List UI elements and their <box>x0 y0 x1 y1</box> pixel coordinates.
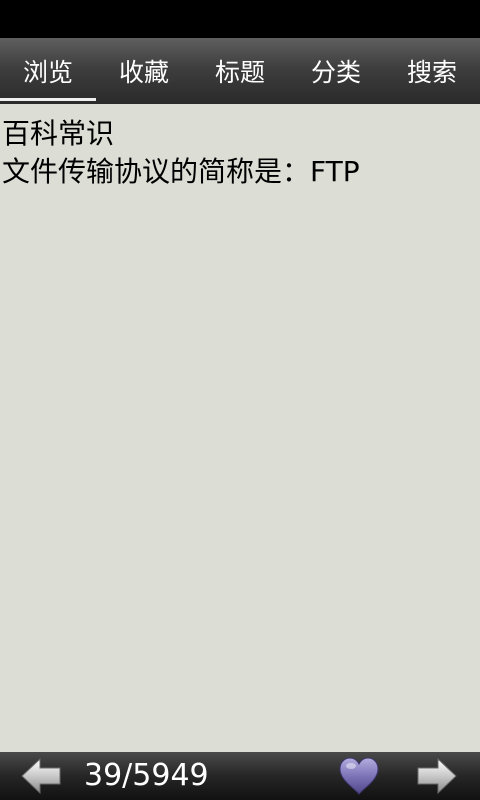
page-counter: 39/5949 <box>84 758 209 793</box>
content-area: 百科常识 文件传输协议的简称是：FTP <box>0 104 480 752</box>
arrow-right-icon <box>417 757 457 795</box>
question-text: 文件传输协议的简称是：FTP <box>2 155 360 188</box>
favorite-button[interactable] <box>338 756 380 796</box>
next-button[interactable] <box>416 756 458 796</box>
status-bar <box>0 0 480 38</box>
tab-favorites-label: 收藏 <box>118 58 169 87</box>
tab-search[interactable]: 搜索 <box>384 38 480 104</box>
tab-search-label: 搜索 <box>406 58 457 87</box>
category-text: 百科常识 <box>2 117 115 150</box>
tab-bar: 浏览 收藏 标题 分类 搜索 <box>0 38 480 104</box>
tab-categories[interactable]: 分类 <box>288 38 384 104</box>
tab-favorites[interactable]: 收藏 <box>96 38 192 104</box>
app-screen: 浏览 收藏 标题 分类 搜索 百科常识 文件传输协议的简称是：FTP 39/59… <box>0 0 480 800</box>
arrow-left-icon <box>21 757 61 795</box>
bottom-bar: 39/5949 <box>0 752 480 800</box>
prev-button[interactable] <box>20 756 62 796</box>
tab-browse[interactable]: 浏览 <box>0 38 96 104</box>
tab-titles[interactable]: 标题 <box>192 38 288 104</box>
tab-browse-label: 浏览 <box>22 58 73 87</box>
tab-titles-label: 标题 <box>214 58 265 87</box>
tab-categories-label: 分类 <box>310 58 361 87</box>
heart-icon <box>339 757 379 795</box>
